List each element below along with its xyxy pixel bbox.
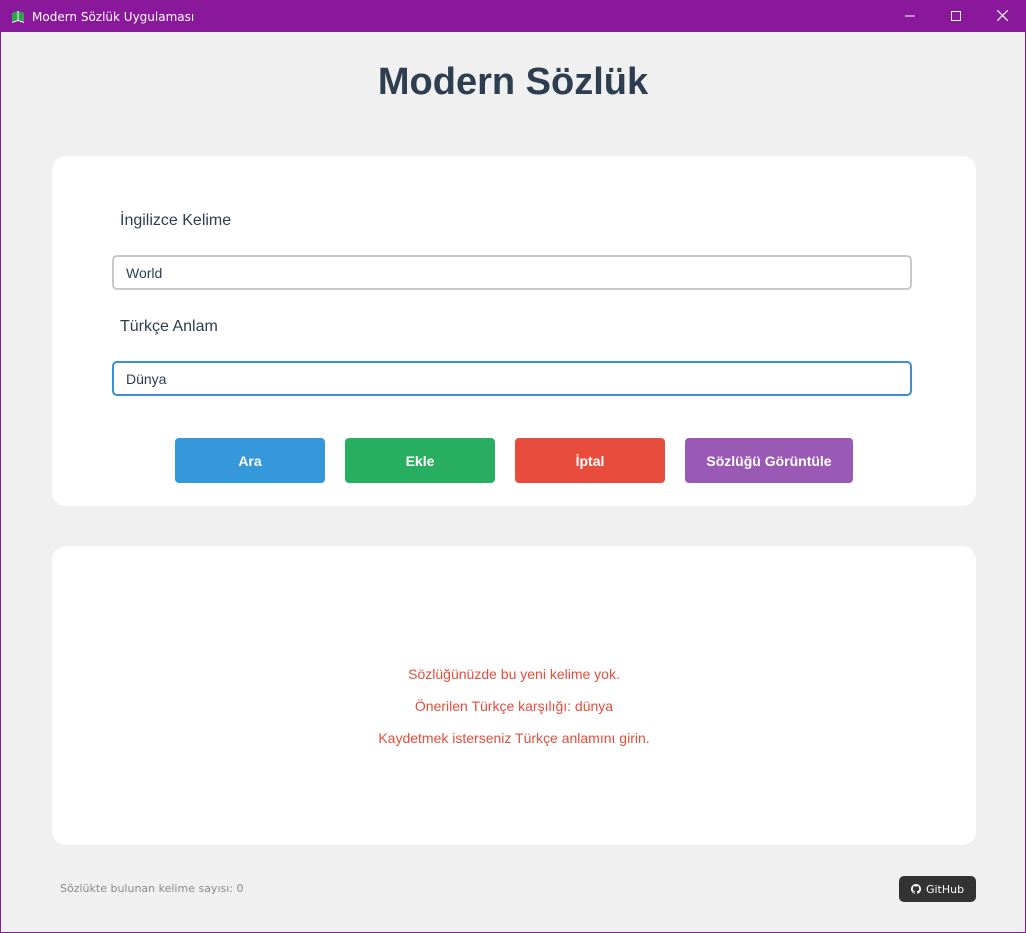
book-icon: [10, 9, 26, 25]
window-title: Modern Sözlük Uygulaması: [32, 9, 195, 24]
maximize-icon: [951, 8, 961, 26]
turkish-meaning-input[interactable]: [112, 361, 912, 396]
app-window: Modern Sözlük Uygulaması Modern Sözlük İ…: [0, 0, 1026, 933]
form-card: İngilizce Kelime Türkçe Anlam Ara Ekle İ…: [52, 156, 976, 506]
view-dictionary-button[interactable]: Sözlüğü Görüntüle: [685, 438, 853, 483]
word-count-status: Sözlükte bulunan kelime sayısı: 0: [60, 882, 244, 895]
maximize-button[interactable]: [933, 1, 979, 32]
title-bar[interactable]: Modern Sözlük Uygulaması: [1, 1, 1025, 32]
add-button[interactable]: Ekle: [345, 438, 495, 483]
result-line: Kaydetmek isterseniz Türkçe anlamını gir…: [378, 730, 650, 746]
result-card: Sözlüğünüzde bu yeni kelime yok. Önerile…: [52, 546, 976, 845]
result-line: Sözlüğünüzde bu yeni kelime yok.: [408, 666, 620, 682]
result-message: Sözlüğünüzde bu yeni kelime yok. Önerile…: [52, 664, 976, 760]
close-button[interactable]: [979, 1, 1025, 32]
english-word-label: İngilizce Kelime: [120, 212, 232, 229]
github-button[interactable]: GitHub: [899, 876, 976, 902]
github-label: GitHub: [925, 882, 965, 896]
cancel-button[interactable]: İptal: [515, 438, 665, 483]
turkish-meaning-label: Türkçe Anlam: [120, 318, 218, 335]
search-button[interactable]: Ara: [175, 438, 325, 483]
close-icon: [996, 8, 1008, 26]
english-word-input[interactable]: [112, 255, 912, 290]
github-icon: [910, 884, 921, 894]
page-title: Modern Sözlük: [377, 61, 649, 103]
minimize-icon: [905, 8, 915, 26]
result-line: Önerilen Türkçe karşılığı: dünya: [414, 698, 614, 714]
minimize-button[interactable]: [887, 1, 933, 32]
window-controls: [887, 1, 1025, 32]
